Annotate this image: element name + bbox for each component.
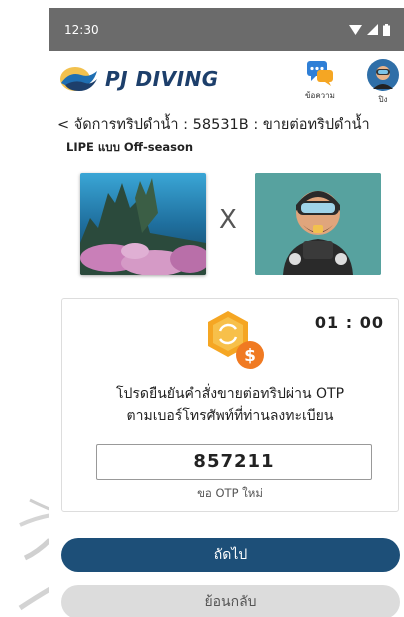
trip-photo [80,173,206,275]
diver-avatar-icon [367,59,399,91]
background-artifact [18,498,54,611]
swap-separator: X [219,205,237,235]
svg-text:$: $ [244,346,256,366]
breadcrumb[interactable]: < จัดการทริปดำน้ำ : 58531B : ขายต่อทริปด… [49,113,404,137]
status-bar: 12:30 [49,8,404,51]
back-button[interactable]: ย้อนกลับ [61,585,400,617]
phone-screen: 12:30 PJ DIVING ข้อความ ปิง < จัดการทริป… [49,8,404,617]
app-header: PJ DIVING ข้อความ ปิง [49,51,404,113]
profile-button[interactable]: ปิง [358,59,404,106]
resend-otp-link[interactable]: ขอ OTP ใหม่ [62,485,398,503]
status-icons [349,23,390,36]
trip-title: LIPE แบบ Off-season [66,140,194,154]
profile-label: ปิง [378,95,388,104]
messages-label: ข้อความ [305,91,335,100]
otp-instruction-line2: ตามเบอร์โทรศัพท์ที่ท่านลงทะเบียน [126,408,334,424]
wifi-icon [349,24,362,35]
otp-timer: 01 : 00 [314,313,384,332]
underwater-photo [80,173,206,275]
otp-input[interactable]: 857211 [96,444,372,480]
otp-instruction: โปรดยืนยันคำสั่งขายต่อทริปผ่าน OTP ตามเบ… [62,383,398,427]
otp-card: 01 : 00 $ โปรดยืนยันคำสั่งขายต่อทริปผ่าน… [61,298,399,512]
signal-icon [367,24,378,35]
trip-images: X [49,165,404,285]
diver-icon [255,173,381,275]
diver-illustration [255,173,381,275]
brand-name: PJ DIVING [105,67,219,91]
messages-button[interactable]: ข้อความ [295,59,345,102]
wave-logo-icon [60,67,97,91]
otp-instruction-line1: โปรดยืนยันคำสั่งขายต่อทริปผ่าน OTP [115,386,345,402]
status-time: 12:30 [64,22,99,37]
chat-icon [307,61,333,86]
battery-icon [383,23,390,36]
coin-swap-icon: $ [208,311,264,369]
brand-logo[interactable]: PJ DIVING [59,65,219,93]
next-button[interactable]: ถัดไป [61,538,400,572]
